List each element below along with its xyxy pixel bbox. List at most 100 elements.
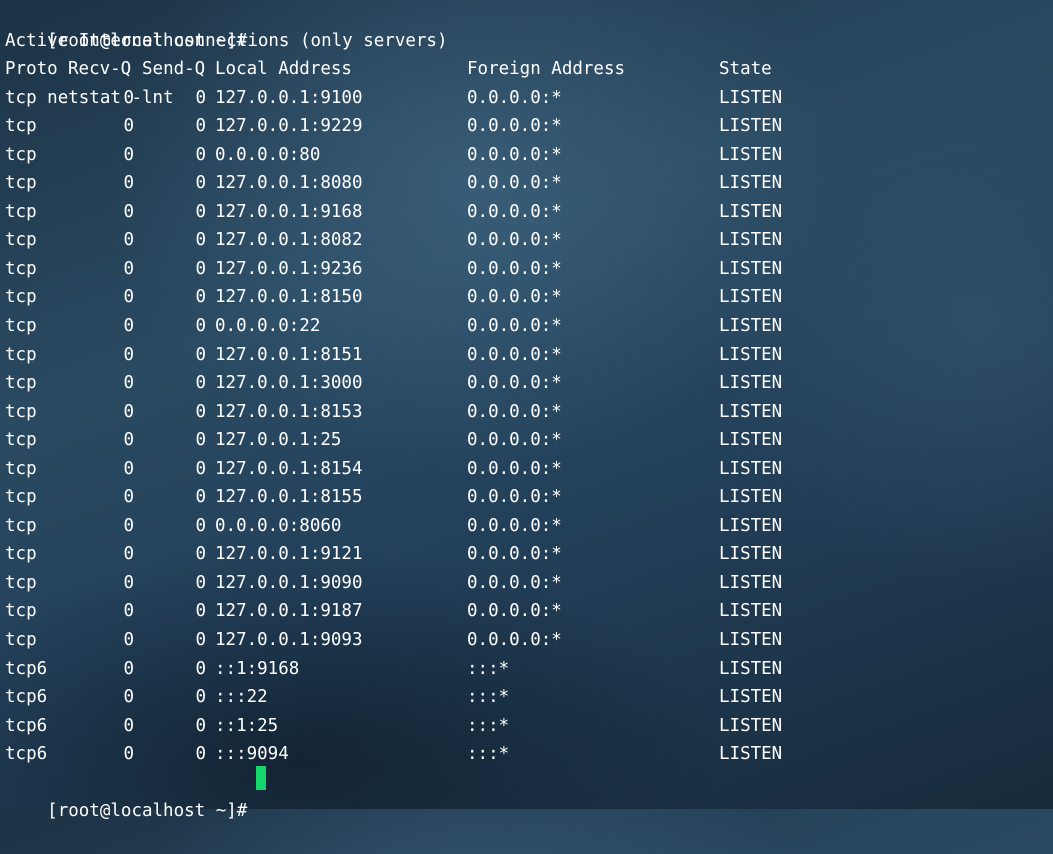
row-proto: tcp: [5, 201, 37, 222]
row-recv-q: 0: [123, 173, 134, 194]
connection-row: tcp 0 0 127.0.0.1:9187 0.0.0.0:* LISTEN: [5, 597, 1050, 626]
row-local-address: 127.0.0.1:9100: [215, 87, 363, 108]
connection-row: tcp6 0 0::1:9168:::* LISTEN: [5, 655, 1050, 684]
connections-heading: Active Internet connections (only server…: [5, 30, 448, 51]
row-local-address: 127.0.0.1:8154: [215, 458, 363, 479]
row-local-address: 127.0.0.1:9236: [215, 258, 363, 279]
row-send-q: 0: [195, 601, 206, 622]
column-header-foreign-address: Foreign Address: [467, 59, 626, 80]
row-foreign-address: 0.0.0.0:*: [467, 373, 562, 394]
row-proto: tcp6: [5, 658, 48, 679]
row-local-address: 127.0.0.1:8082: [215, 230, 363, 251]
terminal-window[interactable]: [root@localhost ~]# netstat -lnt Active …: [5, 0, 1050, 822]
row-foreign-address: 0.0.0.0:*: [467, 515, 562, 536]
row-proto: tcp: [5, 258, 37, 279]
row-proto: tcp6: [5, 687, 48, 708]
row-local-address: 127.0.0.1:3000: [215, 373, 363, 394]
row-send-q: 0: [195, 401, 206, 422]
connection-row: tcp6 0 0::1:25:::* LISTEN: [5, 712, 1050, 741]
row-send-q: 0: [195, 173, 206, 194]
row-local-address: ::1:25: [215, 715, 279, 736]
row-proto: tcp: [5, 487, 37, 508]
row-state: LISTEN: [719, 487, 783, 508]
row-state: LISTEN: [719, 173, 783, 194]
row-local-address: 127.0.0.1:25: [215, 430, 342, 451]
row-recv-q: 0: [123, 458, 134, 479]
row-state: LISTEN: [719, 715, 783, 736]
row-proto: tcp: [5, 458, 37, 479]
row-proto: tcp: [5, 515, 37, 536]
row-state: LISTEN: [719, 687, 783, 708]
row-recv-q: 0: [123, 572, 134, 593]
row-state: LISTEN: [719, 144, 783, 165]
row-recv-q: 0: [123, 87, 134, 108]
row-recv-q: 0: [123, 258, 134, 279]
row-foreign-address: 0.0.0.0:*: [467, 116, 562, 137]
row-foreign-address: 0.0.0.0:*: [467, 544, 562, 565]
connection-row: tcp 0 0 127.0.0.1:8153 0.0.0.0:* LISTEN: [5, 398, 1050, 427]
row-foreign-address: 0.0.0.0:*: [467, 316, 562, 337]
row-recv-q: 0: [123, 487, 134, 508]
row-state: LISTEN: [719, 287, 783, 308]
row-proto: tcp: [5, 401, 37, 422]
row-send-q: 0: [195, 287, 206, 308]
row-recv-q: 0: [123, 715, 134, 736]
connection-row: tcp 0 0 0.0.0.0:8060 0.0.0.0:* LISTEN: [5, 512, 1050, 541]
row-send-q: 0: [195, 430, 206, 451]
row-local-address: 127.0.0.1:8080: [215, 173, 363, 194]
row-foreign-address: 0.0.0.0:*: [467, 601, 562, 622]
row-foreign-address: :::*: [467, 658, 510, 679]
active-prompt-line[interactable]: [root@localhost ~]#: [5, 765, 1050, 821]
row-send-q: 0: [195, 572, 206, 593]
connection-list: tcp 0 0 127.0.0.1:9100 0.0.0.0:* LISTEN tcp 0 0 1…: [5, 84, 1050, 769]
text-cursor: [256, 765, 267, 790]
output-heading: Active Internet connections (only server…: [5, 27, 1050, 56]
row-send-q: 0: [195, 715, 206, 736]
connection-row: tcp 0 0 127.0.0.1:8082 0.0.0.0:* LISTEN: [5, 226, 1050, 255]
row-foreign-address: 0.0.0.0:*: [467, 258, 562, 279]
row-state: LISTEN: [719, 658, 783, 679]
row-local-address: 0.0.0.0:8060: [215, 515, 342, 536]
row-send-q: 0: [195, 144, 206, 165]
row-recv-q: 0: [123, 373, 134, 394]
row-proto: tcp: [5, 630, 37, 651]
row-recv-q: 0: [123, 401, 134, 422]
row-state: LISTEN: [719, 430, 783, 451]
row-recv-q: 0: [123, 544, 134, 565]
row-recv-q: 0: [123, 430, 134, 451]
row-send-q: 0: [195, 373, 206, 394]
row-recv-q: 0: [123, 687, 134, 708]
row-state: LISTEN: [719, 630, 783, 651]
row-foreign-address: :::*: [467, 744, 510, 765]
row-recv-q: 0: [123, 744, 134, 765]
row-send-q: 0: [195, 458, 206, 479]
row-state: LISTEN: [719, 116, 783, 137]
connection-row: tcp 0 0 127.0.0.1:8150 0.0.0.0:* LISTEN: [5, 283, 1050, 312]
row-recv-q: 0: [123, 658, 134, 679]
row-send-q: 0: [195, 344, 206, 365]
row-send-q: 0: [195, 544, 206, 565]
row-recv-q: 0: [123, 116, 134, 137]
connection-row: tcp 0 0 127.0.0.1:8154 0.0.0.0:* LISTEN: [5, 455, 1050, 484]
row-state: LISTEN: [719, 458, 783, 479]
connection-row: tcp 0 0 127.0.0.1:8155 0.0.0.0:* LISTEN: [5, 483, 1050, 512]
row-proto: tcp: [5, 173, 37, 194]
row-proto: tcp: [5, 544, 37, 565]
row-state: LISTEN: [719, 344, 783, 365]
command-line: [root@localhost ~]# netstat -lnt: [5, 0, 1050, 108]
row-proto: tcp6: [5, 744, 48, 765]
row-send-q: 0: [195, 116, 206, 137]
row-proto: tcp: [5, 230, 37, 251]
row-recv-q: 0: [123, 515, 134, 536]
row-state: LISTEN: [719, 87, 783, 108]
row-local-address: 127.0.0.1:8153: [215, 401, 363, 422]
row-recv-q: 0: [123, 144, 134, 165]
column-header-row: Proto Recv-Q Send-Q Local Address Foreig…: [5, 55, 1050, 84]
connection-row: tcp 0 0 127.0.0.1:9121 0.0.0.0:* LISTEN: [5, 540, 1050, 569]
row-local-address: 0.0.0.0:80: [215, 144, 321, 165]
row-foreign-address: 0.0.0.0:*: [467, 87, 562, 108]
row-state: LISTEN: [719, 401, 783, 422]
row-state: LISTEN: [719, 572, 783, 593]
row-proto: tcp: [5, 344, 37, 365]
row-local-address: 0.0.0.0:22: [215, 316, 321, 337]
